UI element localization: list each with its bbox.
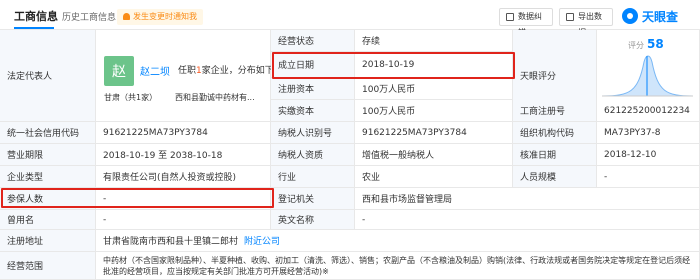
legal-rep-label: 法定代表人 (0, 30, 96, 122)
business-term-label: 营业期限 (0, 144, 96, 166)
paid-capital-value: 100万人民币 (355, 100, 513, 122)
score-distribution-chart (601, 55, 694, 97)
business-term-value: 2018-10-19 至 2038-10-18 (96, 144, 271, 166)
approval-date-label: 核准日期 (513, 144, 597, 166)
business-reg-no-value: 621225200012234 (597, 100, 700, 122)
score-value: 58 (647, 37, 664, 51)
registration-authority-label: 登记机关 (271, 188, 355, 210)
approval-date-value: 2018-12-10 (597, 144, 700, 166)
avatar: 赵 (104, 56, 134, 86)
industry-label: 行业 (271, 166, 355, 188)
export-data-button[interactable]: 导出数据 (559, 8, 613, 37)
nearby-companies-link[interactable]: 附近公司 (244, 234, 280, 247)
english-name-label: 英文名称 (271, 210, 355, 230)
industry-value: 农业 (355, 166, 513, 188)
insured-count-label: 参保人数 (0, 188, 96, 210)
export-icon (566, 13, 574, 21)
tab-business-info[interactable]: 工商信息 (14, 8, 58, 24)
registered-capital-value: 100万人民币 (355, 78, 513, 100)
founded-date-value: 2018-10-19 (355, 52, 513, 78)
company-type-label: 企业类型 (0, 166, 96, 188)
legal-rep-name-link[interactable]: 赵二坝 (140, 63, 170, 78)
registration-authority-value: 西和县市场监督管理局 (355, 188, 700, 210)
address-label: 注册地址 (0, 230, 96, 252)
org-code-value: MA73PY37-8 (597, 122, 700, 144)
status-value: 存续 (355, 30, 513, 52)
taxpayer-qualification-value: 增值税一般纳税人 (355, 144, 513, 166)
data-correction-button[interactable]: 数据纠错 (499, 8, 553, 37)
founded-date-label: 成立日期 (271, 52, 355, 78)
staff-size-label: 人员规模 (513, 166, 597, 188)
status-label: 经营状态 (271, 30, 355, 52)
taxpayer-qualification-label: 纳税人资质 (271, 144, 355, 166)
insured-count-value: - (96, 188, 271, 210)
taxpayer-id-label: 纳税人识别号 (271, 122, 355, 144)
legal-rep-roles: 任职1家企业，分布如下 (178, 66, 274, 76)
taxpayer-id-value: 91621225MA73PY3784 (355, 122, 513, 144)
uscc-label: 统一社会信用代码 (0, 122, 96, 144)
company-type-value: 有限责任公司(自然人投资或控股) (96, 166, 271, 188)
edit-icon (506, 13, 514, 21)
business-scope-value: 中药材（不含国家限制品种）、半夏种植、收购、初加工（清洗、筛选）、销售；农副产品… (96, 252, 700, 280)
address-value: 甘肃省陇南市西和县十里镇二郎村 附近公司 (96, 230, 700, 252)
registered-capital-label: 注册资本 (271, 78, 355, 100)
org-code-label: 组织机构代码 (513, 122, 597, 144)
business-reg-no-label: 工商注册号 (513, 100, 597, 122)
tab-history-business-info[interactable]: 历史工商信息 › (62, 10, 123, 23)
score-caption: 评分 (628, 41, 644, 50)
staff-size-value: - (597, 166, 700, 188)
english-name-value: - (355, 210, 700, 230)
former-name-value: - (96, 210, 271, 230)
bell-icon (123, 13, 130, 20)
eye-logo-icon (622, 8, 638, 24)
former-name-label: 曾用名 (0, 210, 96, 230)
legal-rep-province: 甘肃（共1家） (104, 93, 158, 102)
uscc-value: 91621225MA73PY3784 (96, 122, 271, 144)
change-notify-button[interactable]: 发生变更时通知我 (117, 9, 203, 25)
tab-bar: 工商信息 历史工商信息 › 发生变更时通知我 数据纠错 导出数据 天眼查 (0, 0, 700, 37)
paid-capital-label: 实缴资本 (271, 100, 355, 122)
tab-active-indicator (14, 27, 54, 29)
legal-rep-company-link[interactable]: 西和县勤诚中药材有... (175, 92, 255, 103)
business-scope-label: 经营范围 (0, 252, 96, 280)
